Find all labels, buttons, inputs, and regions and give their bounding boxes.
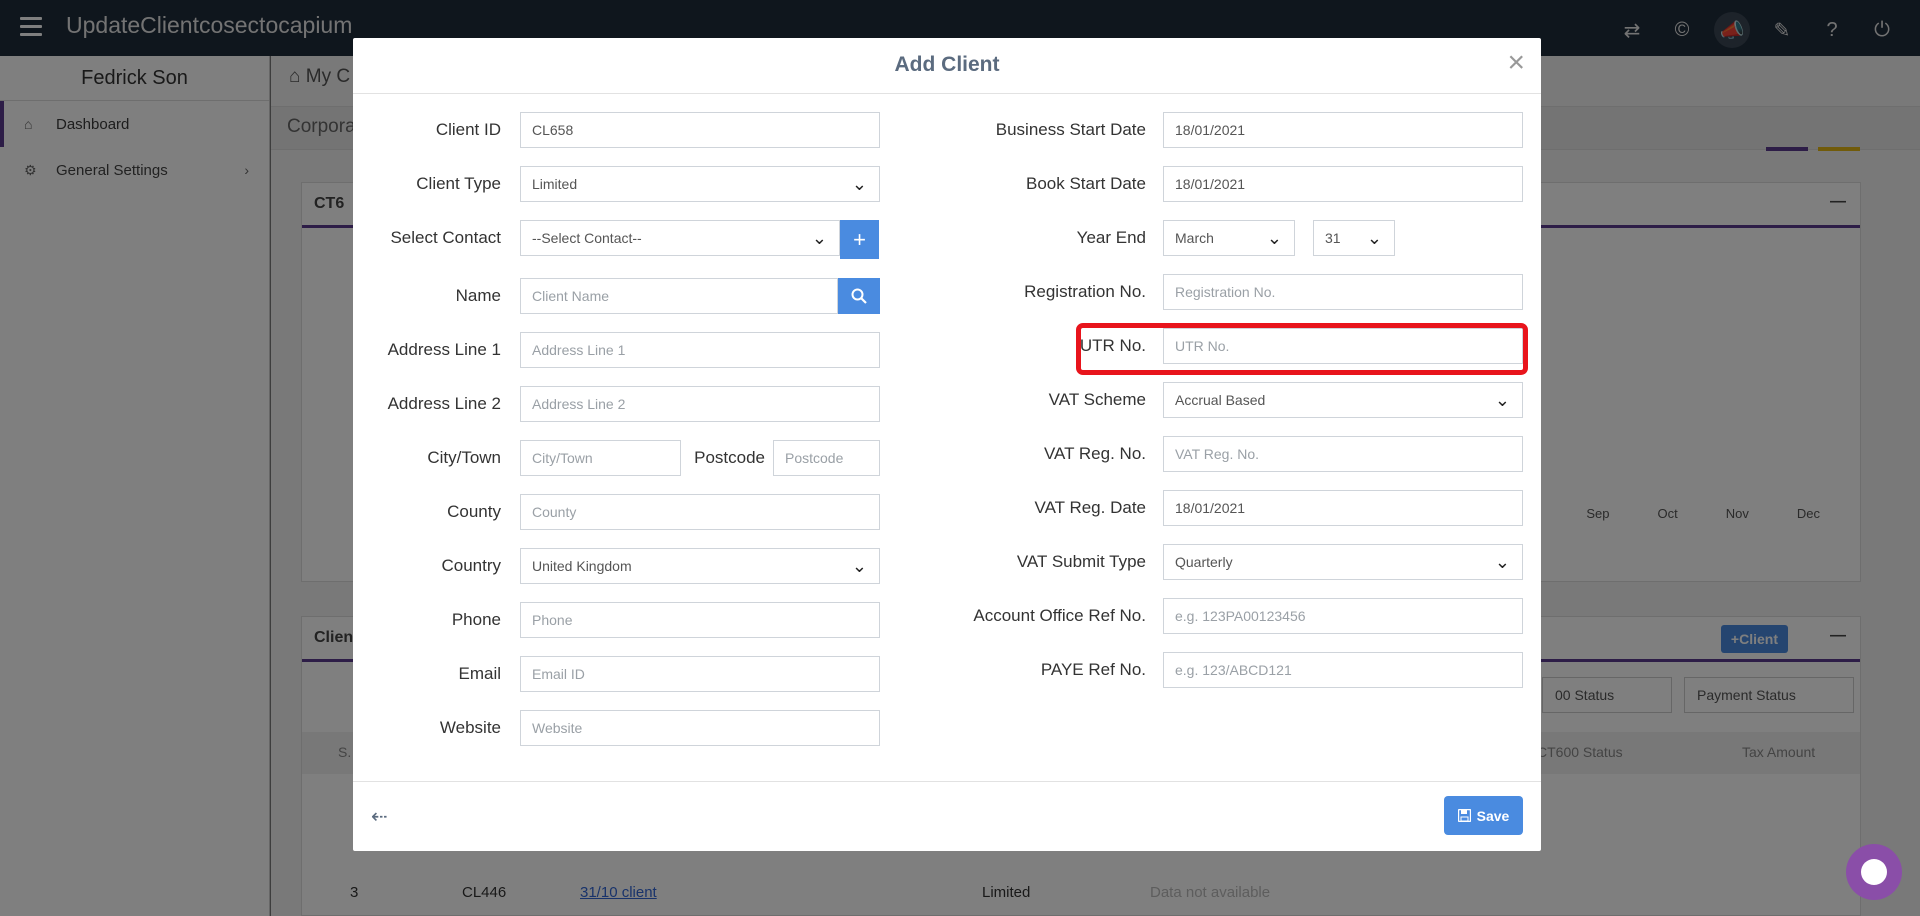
book-start-row: Book Start Date 18/01/2021 [913, 166, 1533, 202]
year-end-month-select[interactable]: March ⌄ [1163, 220, 1295, 256]
chevron-down-icon: ⌄ [851, 174, 867, 194]
address-line2-input[interactable]: Address Line 2 [520, 386, 880, 422]
close-icon[interactable]: × [1507, 46, 1525, 80]
name-row: Name Client Name [353, 278, 913, 314]
chevron-down-icon: ⌄ [1494, 552, 1510, 572]
vat-reg-no-row: VAT Reg. No. VAT Reg. No. [913, 436, 1533, 472]
chevron-down-icon: ⌄ [1494, 390, 1510, 410]
email-field[interactable]: Email ID [520, 656, 880, 692]
business-start-row: Business Start Date 18/01/2021 [913, 112, 1533, 148]
search-button[interactable] [838, 278, 880, 314]
chat-widget-icon[interactable] [1846, 844, 1902, 900]
account-office-row: Account Office Ref No. e.g. 123PA0012345… [913, 598, 1533, 634]
search-icon [851, 288, 867, 304]
phone-row: Phone Phone [353, 602, 913, 638]
client-name-input[interactable]: Client Name [520, 278, 838, 314]
add-contact-button[interactable]: + [840, 220, 879, 259]
chevron-down-icon: ⌄ [1266, 228, 1282, 248]
vat-submit-type-select[interactable]: Quarterly ⌄ [1163, 544, 1523, 580]
address-line1-input[interactable]: Address Line 1 [520, 332, 880, 368]
add-client-modal: Add Client × Client ID CL658 Client Type… [353, 38, 1541, 851]
vat-scheme-row: VAT Scheme Accrual Based ⌄ [913, 382, 1533, 418]
modal-footer: ⇠ Save [353, 781, 1541, 851]
paye-ref-input[interactable]: e.g. 123/ABCD121 [1163, 652, 1523, 688]
client-type-select[interactable]: Limited ⌄ [520, 166, 880, 202]
back-arrow-icon[interactable]: ⇠ [371, 804, 388, 829]
floppy-disk-icon [1457, 809, 1471, 822]
select-contact-dropdown[interactable]: --Select Contact-- ⌄ [520, 220, 840, 256]
phone-input[interactable]: Phone [520, 602, 880, 638]
client-id-input[interactable]: CL658 [520, 112, 880, 148]
website-row: Website Website [353, 710, 913, 746]
vat-reg-no-input[interactable]: VAT Reg. No. [1163, 436, 1523, 472]
client-type-row: Client Type Limited ⌄ [353, 166, 913, 202]
chevron-down-icon: ⌄ [811, 228, 827, 248]
chevron-down-icon: ⌄ [851, 556, 867, 576]
utr-highlight-box [1076, 323, 1528, 375]
chevron-down-icon: ⌄ [1366, 228, 1382, 248]
select-contact-row: Select Contact --Select Contact-- ⌄ + [353, 220, 913, 259]
postcode-input[interactable]: Postcode [773, 440, 880, 476]
business-start-date-input[interactable]: 18/01/2021 [1163, 112, 1523, 148]
city-input[interactable]: City/Town [520, 440, 681, 476]
address1-row: Address Line 1 Address Line 1 [353, 332, 913, 368]
save-button[interactable]: Save [1444, 796, 1523, 835]
modal-title: Add Client [894, 53, 1000, 76]
book-start-date-input[interactable]: 18/01/2021 [1163, 166, 1523, 202]
county-row: County County [353, 494, 913, 530]
registration-row: Registration No. Registration No. [913, 274, 1533, 310]
modal-header: Add Client × [353, 38, 1541, 94]
email-row: Email Email ID [353, 656, 913, 692]
vat-submit-row: VAT Submit Type Quarterly ⌄ [913, 544, 1533, 580]
address2-row: Address Line 2 Address Line 2 [353, 386, 913, 422]
county-input[interactable]: County [520, 494, 880, 530]
country-row: Country United Kingdom ⌄ [353, 548, 913, 584]
country-select[interactable]: United Kingdom ⌄ [520, 548, 880, 584]
website-input[interactable]: Website [520, 710, 880, 746]
vat-scheme-select[interactable]: Accrual Based ⌄ [1163, 382, 1523, 418]
account-office-ref-input[interactable]: e.g. 123PA00123456 [1163, 598, 1523, 634]
city-postcode-row: City/Town City/Town Postcode Postcode [353, 440, 913, 476]
vat-reg-date-row: VAT Reg. Date 18/01/2021 [913, 490, 1533, 526]
year-end-row: Year End March ⌄ 31 ⌄ [913, 220, 1533, 256]
client-id-row: Client ID CL658 [353, 112, 913, 148]
vat-reg-date-input[interactable]: 18/01/2021 [1163, 490, 1523, 526]
registration-no-input[interactable]: Registration No. [1163, 274, 1523, 310]
paye-row: PAYE Ref No. e.g. 123/ABCD121 [913, 652, 1533, 688]
year-end-day-select[interactable]: 31 ⌄ [1313, 220, 1395, 256]
